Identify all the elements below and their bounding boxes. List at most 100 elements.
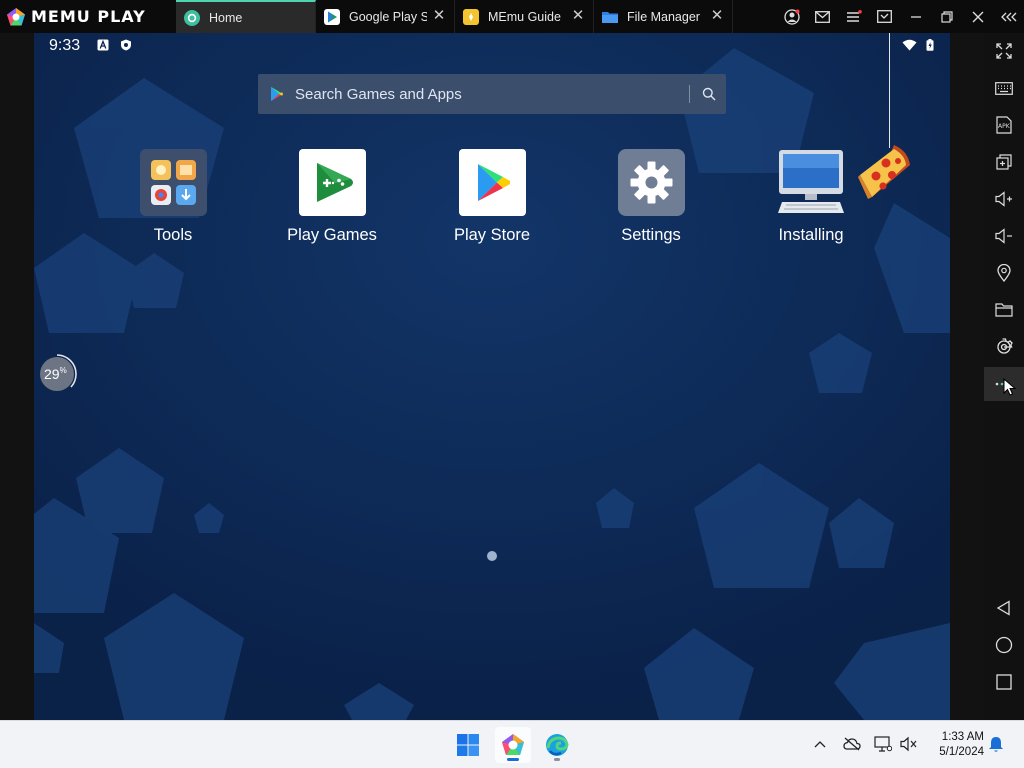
app-label: Play Games	[287, 226, 377, 244]
app-tools[interactable]: Tools	[113, 149, 233, 245]
folder-icon	[995, 303, 1013, 317]
recents-icon	[996, 674, 1012, 690]
back-button[interactable]	[984, 591, 1024, 625]
app-play-store[interactable]: Play Store	[432, 149, 552, 245]
settings-button[interactable]	[984, 330, 1024, 364]
status-time: 9:33	[49, 37, 81, 54]
search-input[interactable]: Search Games and Apps	[295, 86, 689, 103]
wallpaper	[34, 33, 950, 720]
shield-icon	[121, 39, 131, 51]
google-play-icon	[271, 87, 283, 101]
page-indicator	[487, 551, 497, 561]
right-gutter	[950, 33, 984, 720]
play-store-icon	[458, 149, 526, 216]
volume-up-icon	[995, 191, 1012, 207]
right-toolbar: APK	[984, 33, 1024, 720]
brand: MEMU PLAY	[0, 0, 176, 33]
app-label: Tools	[153, 226, 193, 244]
app-label: Settings	[621, 226, 681, 244]
keyboard-icon	[995, 81, 1013, 95]
progress-unit: %	[59, 366, 67, 375]
app-settings[interactable]: Settings	[591, 149, 711, 245]
app-label: Installing	[778, 226, 844, 244]
home-button[interactable]	[984, 628, 1024, 662]
volume-up-button[interactable]	[984, 182, 1024, 216]
drag-line	[889, 33, 890, 148]
multi-window-icon[interactable]	[869, 0, 900, 33]
settings-icon	[997, 338, 1013, 354]
app-installing[interactable]: Installing	[751, 149, 871, 245]
left-gutter	[0, 33, 34, 720]
google-play-icon	[324, 8, 340, 25]
onedrive-offline-icon[interactable]	[842, 734, 862, 754]
search-icon[interactable]	[702, 87, 716, 101]
tab-file-manager[interactable]: File Manager ✕	[594, 0, 733, 33]
apk-button[interactable]: APK	[984, 108, 1024, 142]
taskbar-edge[interactable]	[539, 727, 575, 763]
clock-date: 5/1/2024	[939, 746, 984, 758]
fullscreen-button[interactable]	[984, 34, 1024, 68]
apk-icon: APK	[996, 116, 1012, 134]
chevron-up-icon[interactable]	[810, 734, 830, 754]
fullscreen-icon	[996, 43, 1012, 59]
pizza-floating-icon[interactable]	[858, 143, 912, 207]
notification-bell-icon[interactable]	[986, 734, 1006, 754]
close-icon[interactable]: ✕	[571, 8, 585, 23]
tab-home[interactable]: Home	[176, 0, 316, 33]
tools-folder-icon	[139, 149, 207, 216]
volume-down-icon	[995, 228, 1012, 244]
svg-text:APK: APK	[998, 123, 1011, 130]
windows-taskbar: 1:33 AM 5/1/2024	[0, 720, 1024, 768]
brand-name: MEMU PLAY	[31, 7, 146, 26]
play-games-icon	[298, 149, 366, 216]
volume-muted-icon[interactable]	[899, 734, 919, 754]
network-icon[interactable]	[873, 734, 893, 754]
volume-down-button[interactable]	[984, 219, 1024, 253]
tab-label: Google Play S	[349, 9, 427, 24]
close-icon[interactable]	[962, 0, 993, 33]
wifi-icon	[902, 39, 917, 51]
more-button[interactable]	[984, 367, 1024, 401]
divider	[689, 85, 690, 103]
keyboard-button[interactable]	[984, 71, 1024, 105]
account-icon[interactable]	[776, 0, 807, 33]
location-button[interactable]	[984, 256, 1024, 290]
progress-indicator[interactable]: 29%	[38, 354, 77, 393]
start-button[interactable]	[450, 727, 486, 763]
app-label: Play Store	[453, 226, 531, 244]
recents-button[interactable]	[984, 665, 1024, 699]
minimize-icon[interactable]	[900, 0, 931, 33]
memu-emulator-window: MEMU PLAY Home Google Play S ✕ MEmu Guid…	[0, 0, 1024, 768]
tab-google-play[interactable]: Google Play S ✕	[316, 0, 455, 33]
close-icon[interactable]: ✕	[432, 8, 446, 23]
clock-time: 1:33 AM	[941, 731, 984, 743]
add-window-button[interactable]	[984, 145, 1024, 179]
menu-icon[interactable]	[838, 0, 869, 33]
back-icon	[996, 600, 1010, 616]
android-screen: 9:33 Search Games and Apps Tools Play Ga…	[34, 33, 950, 720]
restore-icon[interactable]	[931, 0, 962, 33]
taskbar-memu[interactable]	[495, 727, 531, 763]
tab-label: MEmu Guide	[488, 9, 561, 24]
title-bar: MEMU PLAY Home Google Play S ✕ MEmu Guid…	[0, 0, 1024, 33]
taskbar-clock[interactable]: 1:33 AM 5/1/2024	[928, 730, 984, 760]
memu-taskbar-icon	[502, 734, 524, 755]
close-icon[interactable]: ✕	[710, 8, 724, 23]
tab-memu-guide[interactable]: MEmu Guide ✕	[455, 0, 594, 33]
mouse-cursor-icon	[1003, 378, 1017, 396]
computer-install-icon	[777, 149, 845, 216]
battery-icon	[926, 39, 934, 51]
home-icon	[995, 636, 1013, 654]
memu-logo-icon	[7, 7, 25, 25]
app-play-games[interactable]: Play Games	[272, 149, 392, 245]
window-controls	[776, 0, 1024, 33]
mail-icon[interactable]	[807, 0, 838, 33]
collapse-sidebar-icon[interactable]	[993, 0, 1024, 33]
add-window-icon	[996, 154, 1012, 170]
windows-start-icon	[457, 734, 479, 756]
shared-folder-button[interactable]	[984, 293, 1024, 327]
tab-label: Home	[209, 10, 243, 25]
progress-value: 29%	[44, 366, 67, 382]
search-bar[interactable]: Search Games and Apps	[258, 74, 726, 114]
status-bar: 9:33	[34, 33, 950, 59]
